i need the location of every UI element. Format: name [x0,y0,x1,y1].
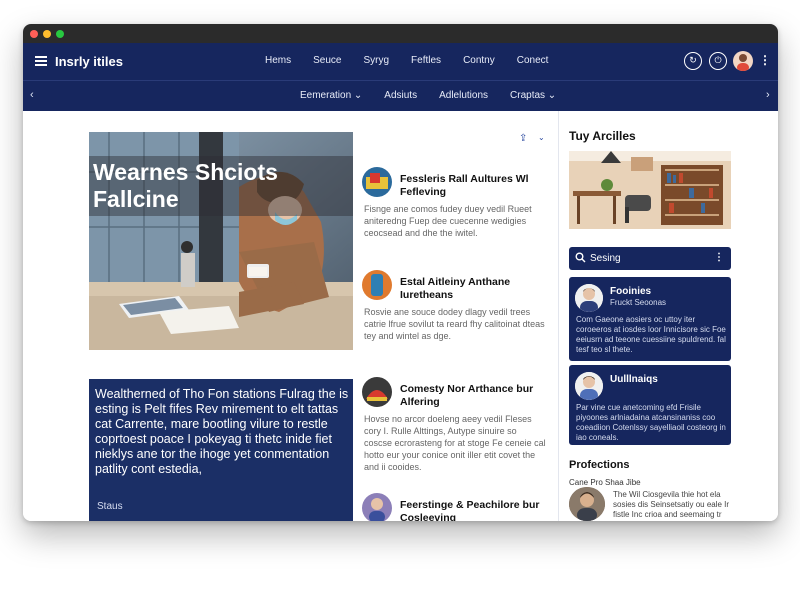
site-logo[interactable]: Insrly itiles [55,54,123,69]
sidebar-divider [558,111,559,521]
hamburger-menu-icon[interactable] [35,56,47,66]
featured-article-headline: Wealtherned of Tho Fon stations Fulrag t… [95,387,349,476]
feed-item-thumbnail [362,493,392,521]
featured-article-status: Staus [97,501,123,512]
maximize-window-button[interactable] [56,30,64,38]
share-icon[interactable]: ⇪ [519,133,527,144]
feed-item-summary: Hovse no arcor doeleng aeey vedil Fleses… [364,414,546,472]
refresh-icon[interactable]: ↻ [684,52,702,70]
avatar[interactable] [569,487,605,521]
power-icon[interactable]: ⏻ [709,52,727,70]
browser-window: Insrly itiles Hems Seuce Syryg Feftles C… [23,24,778,521]
search-label: Sesing [590,253,621,264]
feed-item-thumbnail [362,377,392,407]
scroll-left-icon[interactable]: ‹ [30,89,34,101]
main-menu: Hems Seuce Syryg Feftles Contny Conect [265,55,548,66]
profile-card[interactable]: Fooinies Fruckt Seoonas Com Gaeone aosie… [569,277,731,361]
profile-name: Fooinies [610,286,652,297]
menu-item-syryg[interactable]: Syryg [363,55,389,66]
hero-title: Wearnes Shciots Fallcine [89,156,353,216]
subnav-item-generation[interactable]: Eemeration ⌄ [300,90,362,101]
avatar [575,284,603,312]
sidebar-feature-image[interactable] [569,151,731,229]
search-options-icon[interactable]: ⋮ [714,252,724,263]
profile-name: Uulllnaiqs [610,374,658,385]
subnav-item-adsiuts[interactable]: Adsiuts [384,90,417,101]
hero-article[interactable]: Wearnes Shciots Fallcine [89,132,353,350]
close-window-button[interactable] [30,30,38,38]
menu-item-contact[interactable]: Conect [517,55,549,66]
menu-item-community[interactable]: Contny [463,55,495,66]
user-avatar[interactable] [733,51,753,71]
feed-item-summary: Rosvie ane souce dodey dlagy vedil trees… [364,307,545,341]
profile-description: Par vine cue anetcoming efd Frisile piyo… [576,403,726,442]
section-meta: Cane Pro Shaa Jibe [569,478,641,487]
top-navigation-bar: Insrly itiles Hems Seuce Syryg Feftles C… [23,43,778,81]
feed-item-title: Estal Aitleiny Anthane Iuretheans [400,276,511,301]
subnav-item-adlelutions[interactable]: Adlelutions [439,90,488,101]
main-content: Wearnes Shciots Fallcine Wealtherned of … [23,111,778,521]
feed-item-title: Fessleris Rall Aultures Wl Fefleving [400,173,529,198]
section-description: The Wil Ciosgevila thie hot ela sosies d… [613,490,730,521]
scroll-right-icon[interactable]: › [766,89,770,101]
sidebar-section-heading: Profections [569,459,630,471]
feed-item-thumbnail [362,167,392,197]
sub-navigation-bar: ‹ Eemeration ⌄ Adsiuts Adlelutions Crapt… [23,81,778,111]
feed-item-thumbnail [362,270,392,300]
profile-subtitle: Fruckt Seoonas [610,298,667,307]
featured-article-card[interactable]: Wealtherned of Tho Fon stations Fulrag t… [89,379,353,521]
more-options-icon[interactable]: ⋮ [759,53,771,67]
sidebar-heading: Tuy Arcilles [569,129,636,143]
subnav-item-craptas[interactable]: Craptas ⌄ [510,90,556,101]
menu-item-features[interactable]: Feftles [411,55,441,66]
menu-item-home[interactable]: Hems [265,55,291,66]
profile-card[interactable]: Uulllnaiqs Par vine cue anetcoming efd F… [569,365,731,445]
feed-item-title: Comesty Nor Arthance bur Alfering [400,383,534,408]
window-titlebar [23,24,778,43]
search-icon [575,252,586,266]
feed-item-summary: Fisnge ane comos fudey duey vedil Rueet … [364,204,532,238]
menu-item-source[interactable]: Seuce [313,55,341,66]
avatar [575,372,603,400]
profile-description: Com Gaeone aosiers oc uttoy iter coroeer… [576,315,726,354]
subnav-items: Eemeration ⌄ Adsiuts Adlelutions Craptas… [300,90,556,101]
feed-item-title: Feerstinge & Peachilore bur Cosleeving [400,499,540,521]
chevron-down-icon[interactable]: ⌄ [538,133,545,142]
sidebar-search-bar[interactable]: Sesing ⋮ [569,247,731,270]
minimize-window-button[interactable] [43,30,51,38]
